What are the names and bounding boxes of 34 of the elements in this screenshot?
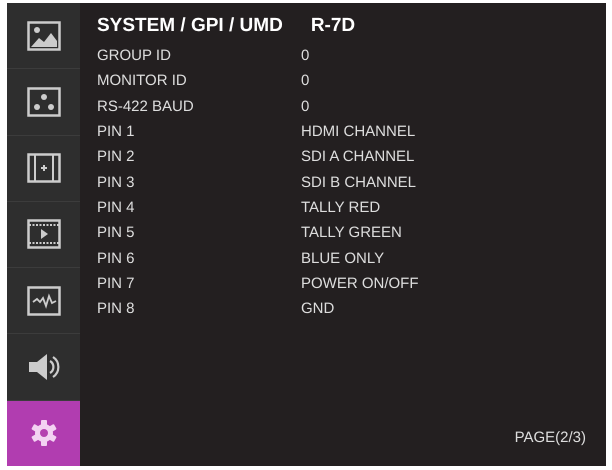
dots-icon — [26, 86, 60, 117]
page-indicator: PAGE(2/3) — [514, 429, 586, 446]
picture-icon — [26, 20, 60, 51]
setting-value: TALLY RED — [301, 198, 380, 216]
film-icon — [26, 219, 60, 250]
settings-icon — [28, 418, 58, 448]
setting-label: PIN 1 — [97, 123, 136, 140]
setting-value: SDI A CHANNEL — [301, 148, 414, 166]
setting-value: 0 — [301, 47, 310, 64]
setting-label: GROUP ID — [97, 47, 172, 64]
setting-value: HDMI CHANNEL — [301, 123, 416, 140]
setting-value: 0 — [301, 98, 310, 115]
setting-label: PIN 8 — [97, 300, 136, 318]
setting-value: SDI B CHANNEL — [301, 174, 416, 191]
model-name: R-7D — [310, 15, 356, 37]
setting-label: RS-422 BAUD — [97, 98, 195, 115]
setting-label: PIN 4 — [97, 198, 136, 216]
menu-tab[interactable] — [7, 136, 80, 202]
setting-label: PIN 5 — [97, 224, 136, 242]
setting-label: PIN 3 — [97, 174, 136, 191]
setting-value: TALLY GREEN — [301, 224, 402, 242]
setting-value: BLUE ONLY — [301, 250, 384, 267]
speaker-icon — [26, 352, 60, 382]
setting-label: PIN 6 — [97, 250, 136, 267]
setting-value: GND — [301, 300, 334, 318]
setting-value: 0 — [301, 72, 310, 90]
setting-label: MONITOR ID — [97, 72, 188, 90]
waveform-icon — [26, 286, 60, 316]
setting-value: POWER ON/OFF — [301, 274, 418, 292]
menu-tab[interactable] — [7, 400, 80, 466]
frame-icon — [26, 153, 60, 184]
setting-label: PIN 7 — [97, 274, 136, 292]
setting-label: PIN 2 — [97, 148, 136, 166]
menu-title: SYSTEM / GPI / UMD — [97, 15, 283, 37]
